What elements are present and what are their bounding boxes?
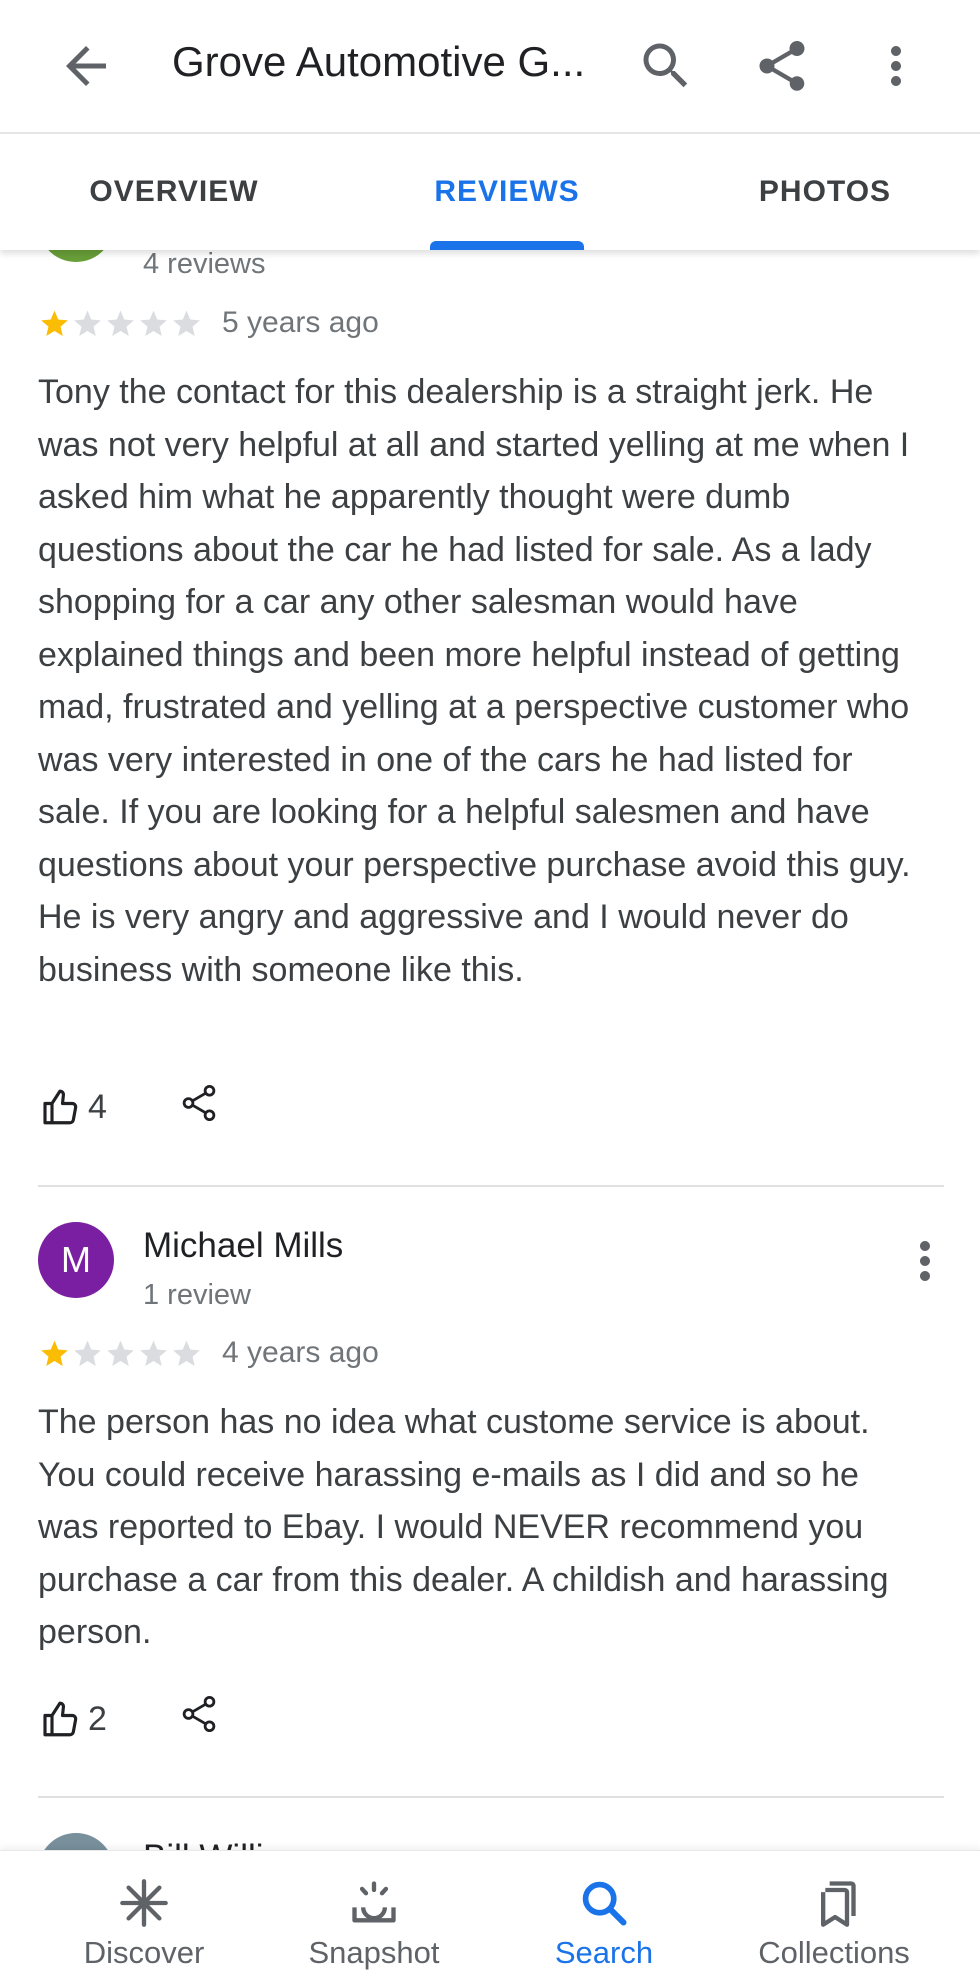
reviewer-name[interactable]: Michael Mills	[143, 1226, 343, 1266]
star-icon	[41, 1340, 68, 1366]
reviewer-review-count[interactable]: 4 reviews	[143, 250, 266, 281]
nav-collections[interactable]: Collections	[734, 1851, 934, 1985]
share-review-button[interactable]	[178, 1693, 220, 1735]
share-icon	[182, 1695, 216, 1733]
like-button[interactable]: 2	[38, 1698, 107, 1740]
star-icon	[173, 310, 200, 336]
like-button[interactable]: 4	[38, 1086, 107, 1128]
review-more-button[interactable]	[895, 1231, 955, 1291]
bottom-navigation: Discover Snapshot Search Collections	[0, 1850, 980, 1985]
review-divider	[38, 1185, 944, 1187]
search-icon	[582, 1881, 627, 1926]
nav-search[interactable]: Search	[504, 1851, 704, 1985]
back-button[interactable]	[56, 36, 116, 96]
like-count: 4	[88, 1087, 107, 1126]
tab-reviews[interactable]: REVIEWS	[397, 134, 617, 250]
snapshot-icon	[352, 1881, 396, 1923]
search-icon	[643, 43, 688, 88]
discover-asterisk-icon	[120, 1879, 168, 1927]
bookmarks-icon	[821, 1881, 856, 1927]
search-button[interactable]	[636, 36, 696, 96]
reviewer-name[interactable]: Bill Willi...	[143, 1838, 293, 1850]
avatar[interactable]	[38, 1833, 114, 1850]
nav-label: Discover	[83, 1935, 205, 1970]
tab-overview[interactable]: OVERVIEW	[54, 134, 294, 250]
share-review-button[interactable]	[178, 1082, 220, 1124]
tab-bar: OVERVIEW REVIEWS PHOTOS	[0, 134, 980, 250]
star-icon	[41, 310, 68, 336]
more-vert-icon	[920, 1241, 930, 1281]
star-rating	[38, 1338, 203, 1370]
nav-discover[interactable]: Discover	[44, 1851, 244, 1985]
nav-label: Snapshot	[308, 1935, 440, 1970]
screen: Grove Automotive G... OVERVIEW REVIEWS P…	[0, 0, 980, 1985]
thumb-up-icon	[43, 1701, 78, 1737]
review-time: 4 years ago	[222, 1336, 379, 1369]
star-rating	[38, 308, 203, 340]
arrow-back-icon	[66, 46, 106, 86]
more-vert-icon	[891, 46, 901, 86]
share-button[interactable]	[752, 36, 812, 96]
share-icon	[759, 41, 805, 91]
star-icon	[173, 1340, 200, 1366]
active-tab-indicator	[430, 241, 584, 250]
reviews-list[interactable]: 4 reviews 5 years ago Tony the contact f…	[0, 250, 980, 1850]
place-title: Grove Automotive G...	[172, 38, 586, 85]
top-app-bar: Grove Automotive G...	[0, 0, 980, 134]
nav-snapshot[interactable]: Snapshot	[274, 1851, 474, 1985]
thumb-up-icon	[43, 1089, 78, 1125]
more-options-button[interactable]	[866, 36, 926, 96]
avatar[interactable]: M	[38, 1222, 114, 1298]
star-icon	[107, 310, 134, 336]
star-icon	[74, 1340, 101, 1366]
review-text: The person has no idea what custome serv…	[38, 1403, 889, 1651]
star-icon	[140, 1340, 167, 1366]
review-time: 5 years ago	[222, 306, 379, 339]
avatar[interactable]	[38, 250, 114, 262]
like-count: 2	[88, 1699, 107, 1738]
tab-photos[interactable]: PHOTOS	[720, 134, 930, 250]
share-icon	[182, 1084, 216, 1122]
star-icon	[74, 310, 101, 336]
nav-label: Collections	[758, 1935, 910, 1970]
nav-label: Search	[554, 1935, 654, 1970]
star-icon	[107, 1340, 134, 1366]
review-divider	[38, 1796, 944, 1798]
reviewer-review-count[interactable]: 1 review	[143, 1279, 251, 1312]
star-icon	[140, 310, 167, 336]
review-text: Tony the contact for this dealership is …	[38, 373, 911, 989]
